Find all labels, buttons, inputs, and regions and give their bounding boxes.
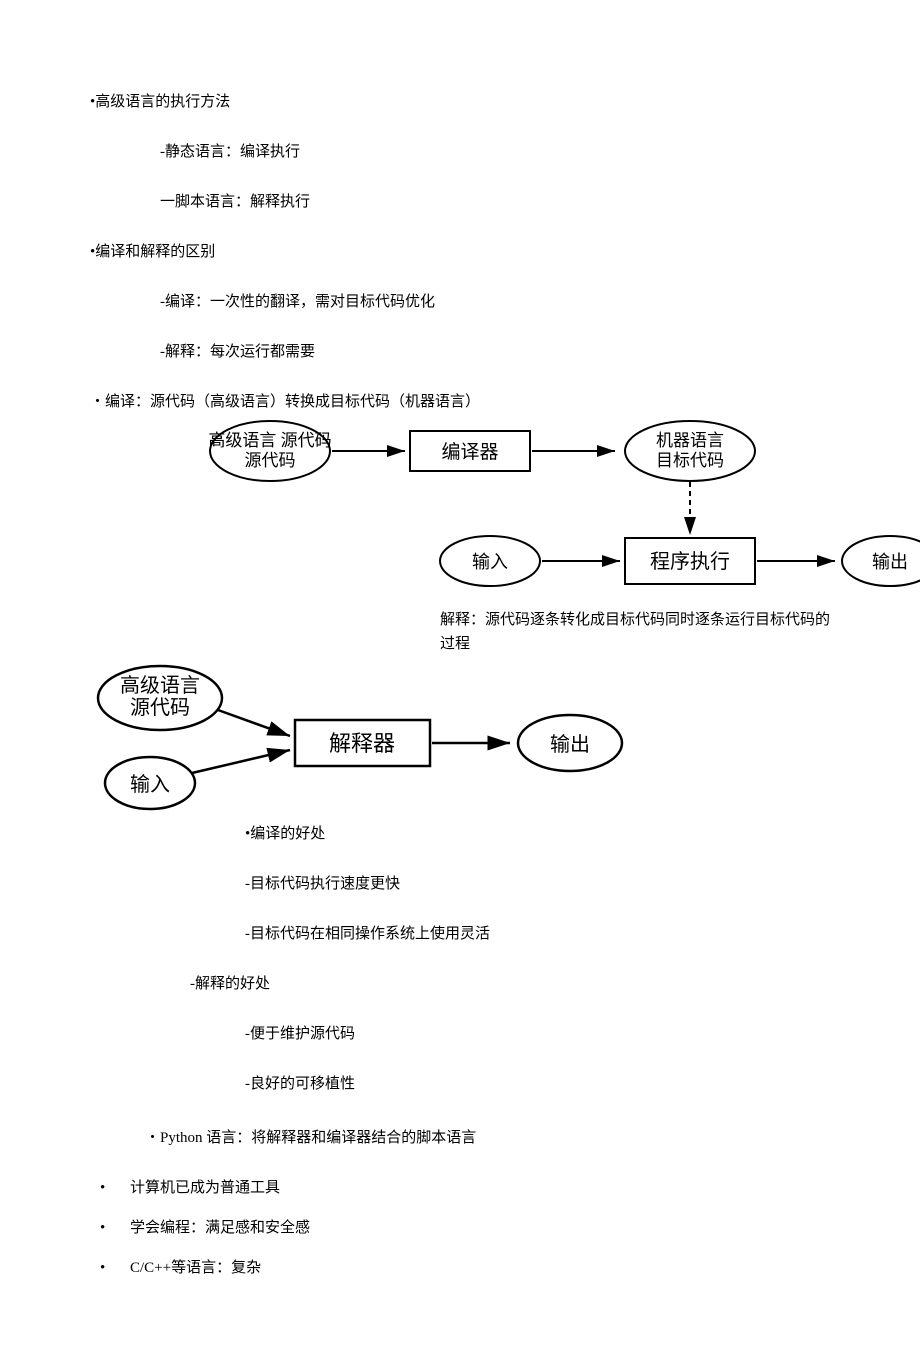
item-script-lang: 一脚本语言：解释执行 [160, 190, 830, 214]
item-static-lang: -静态语言：编译执行 [160, 140, 830, 164]
label-target-2: 目标代码 [656, 451, 724, 470]
item-compile-once: -编译：一次性的翻译，需对目标代码优化 [160, 290, 830, 314]
label-exec: 程序执行 [650, 550, 730, 573]
document-page: •高级语言的执行方法 -静态语言：编译执行 一脚本语言：解释执行 •编译和解释的… [0, 0, 920, 1366]
label-input: 输入 [472, 552, 508, 572]
compile-diagram: 高级语言 源代码 源代码 编译器 机器语言 目标代码 输入 程序执行 输出 [200, 416, 920, 606]
label-output-2: 输出 [550, 733, 590, 756]
compile-definition: ・编译：源代码（高级语言）转换成目标代码（机器语言） [90, 390, 830, 414]
adv-interp-2: -良好的可移植性 [245, 1072, 830, 1096]
adv-interp-1: -便于维护源代码 [245, 1022, 830, 1046]
heading-compile-advantages: •编译的好处 [245, 822, 830, 846]
label-source-code-2: 源代码 [245, 451, 296, 470]
python-line: ・Python 语言：将解释器和编译器结合的脚本语言 [145, 1126, 830, 1150]
label-target-1: 机器语言 [656, 431, 724, 450]
bullet-list: 计算机已成为普通工具 学会编程：满足感和安全感 C/C++等语言：复杂 [90, 1176, 830, 1280]
list-item: C/C++等语言：复杂 [90, 1256, 830, 1280]
list-item: 计算机已成为普通工具 [90, 1176, 830, 1200]
adv-compile-1: -目标代码执行速度更快 [245, 872, 830, 896]
interpret-definition: 解释：源代码逐条转化成目标代码同时逐条运行目标代码的过程 [440, 608, 830, 656]
heading-exec-methods: •高级语言的执行方法 [90, 90, 830, 114]
adv-compile-2: -目标代码在相同操作系统上使用灵活 [245, 922, 830, 946]
interpret-diagram: 高级语言 源代码 输入 解释器 输出 [90, 658, 650, 818]
heading-interpret-advantages: -解释的好处 [190, 972, 830, 996]
item-interpret-every: -解释：每次运行都需要 [160, 340, 830, 364]
arrow-input-to-interp [192, 750, 290, 773]
label-input-2: 输入 [130, 773, 170, 796]
heading-compile-interpret-diff: •编译和解释的区别 [90, 240, 830, 264]
label-compiler: 编译器 [441, 441, 498, 463]
label-src2-2: 源代码 [130, 696, 190, 719]
label-source-code-1: 高级语言 源代码 [208, 431, 331, 450]
arrow-src-to-interp [218, 710, 290, 736]
label-src2-1: 高级语言 [120, 674, 200, 697]
label-output: 输出 [872, 552, 908, 572]
label-interpreter: 解释器 [329, 731, 395, 756]
list-item: 学会编程：满足感和安全感 [90, 1216, 830, 1240]
